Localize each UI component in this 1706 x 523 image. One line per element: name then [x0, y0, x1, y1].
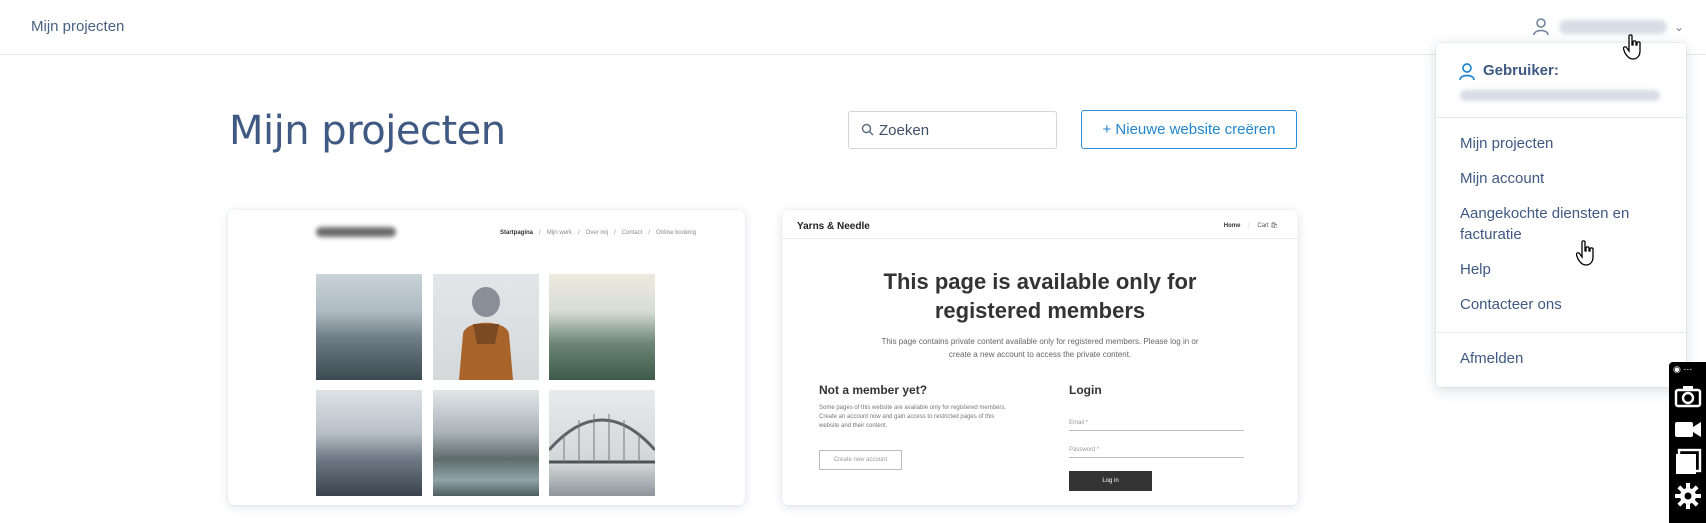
site-nav: Startpagina / Mijn werk / Over mij / Contact / O… [497, 230, 699, 236]
project-card-1[interactable]: Startpagina / Mijn werk / Over mij / Contact / O… [228, 210, 745, 505]
user-icon [1459, 63, 1475, 81]
gallery-photo-hiker [433, 274, 539, 380]
nav-separator: / [648, 230, 651, 236]
menu-item-purchases-billing[interactable]: Aangekochte diensten en facturatie [1460, 203, 1665, 245]
create-account-button: Create new account [819, 450, 902, 470]
nav-separator: / [539, 230, 541, 236]
user-dropdown-menu: Gebruiker: Mijn projecten Mijn account A… [1436, 43, 1686, 387]
video-icon[interactable] [1674, 415, 1702, 443]
window-icon[interactable] [1674, 448, 1702, 476]
nav-separator: / [578, 230, 580, 236]
new-website-button[interactable]: + Nieuwe website creëren [1081, 110, 1297, 149]
user-menu-button[interactable]: ⌄ [1533, 16, 1688, 40]
user-icon [1533, 18, 1549, 36]
nav-item: Online booking [656, 230, 697, 236]
gallery-photo-fjord [316, 390, 422, 496]
user-label: Gebruiker: [1483, 62, 1559, 79]
site-logo-blurred [316, 227, 396, 237]
nav-item: Over mij [585, 230, 609, 236]
dropdown-user-header: Gebruiker: [1459, 62, 1559, 81]
menu-item-logout[interactable]: Afmelden [1460, 348, 1665, 369]
hand-cursor-icon [1623, 34, 1641, 60]
gallery-photo-mountains [433, 390, 539, 496]
password-label: Password * [1069, 447, 1100, 453]
menu-item-contact[interactable]: Contacteer ons [1460, 294, 1665, 315]
members-title-line1: This page is available only for [883, 269, 1197, 294]
nav-home: Home [1223, 223, 1241, 229]
gallery-photo-bridge [547, 390, 657, 496]
menu-item-my-account[interactable]: Mijn account [1460, 168, 1665, 189]
nav-separator: / [614, 230, 616, 236]
breadcrumb-my-projects[interactable]: Mijn projecten [31, 18, 124, 35]
not-member-text: Some pages of this website are available… [819, 405, 1007, 429]
search-box[interactable] [848, 111, 1057, 149]
chevron-down-icon: ⌄ [1674, 20, 1685, 34]
camera-icon[interactable] [1674, 382, 1702, 410]
search-input[interactable] [879, 118, 1049, 142]
members-subtitle: This page contains private content avail… [881, 337, 1199, 359]
nav-cart: Cart [1257, 223, 1269, 229]
menu-item-help[interactable]: Help [1460, 259, 1665, 280]
nav-divider: | [1248, 223, 1250, 229]
members-title-line2: registered members [934, 298, 1146, 323]
menu-item-my-projects[interactable]: Mijn projecten [1460, 133, 1665, 154]
dropdown-divider [1436, 332, 1686, 333]
dropdown-divider [1436, 117, 1686, 118]
project-card-2[interactable]: Yarns & Needle Home | Cart 🛍 This page i… [782, 210, 1298, 505]
toolbar-more-icon[interactable]: ◉ ⋯ [1673, 364, 1692, 375]
user-name-blurred [1559, 20, 1667, 34]
header-divider [782, 238, 1298, 239]
email-underline [1069, 430, 1244, 431]
capture-toolbar: ◉ ⋯ [1669, 362, 1706, 523]
user-email-blurred [1460, 90, 1660, 101]
login-button: Log in [1069, 471, 1152, 491]
password-underline [1069, 457, 1244, 458]
login-heading: Login [1069, 383, 1102, 397]
page-title: Mijn projecten [229, 108, 506, 154]
members-title: This page is available only for register… [782, 267, 1298, 325]
not-member-heading: Not a member yet? [819, 383, 928, 397]
hand-cursor-icon [1576, 240, 1594, 266]
search-icon [861, 123, 874, 136]
cart-icon: 🛍 [1270, 223, 1278, 229]
gallery-photo-forest [549, 274, 655, 380]
nav-item: Contact [621, 230, 643, 236]
gallery-photo-lake [316, 274, 422, 380]
nav-item: Startpagina [500, 230, 534, 236]
email-label: Email * [1069, 420, 1089, 426]
site-nav: Home | Cart 🛍 [1224, 222, 1278, 229]
site-brand: Yarns & Needle [797, 221, 870, 232]
gear-icon[interactable] [1674, 482, 1702, 510]
nav-item: Mijn werk [546, 230, 573, 236]
